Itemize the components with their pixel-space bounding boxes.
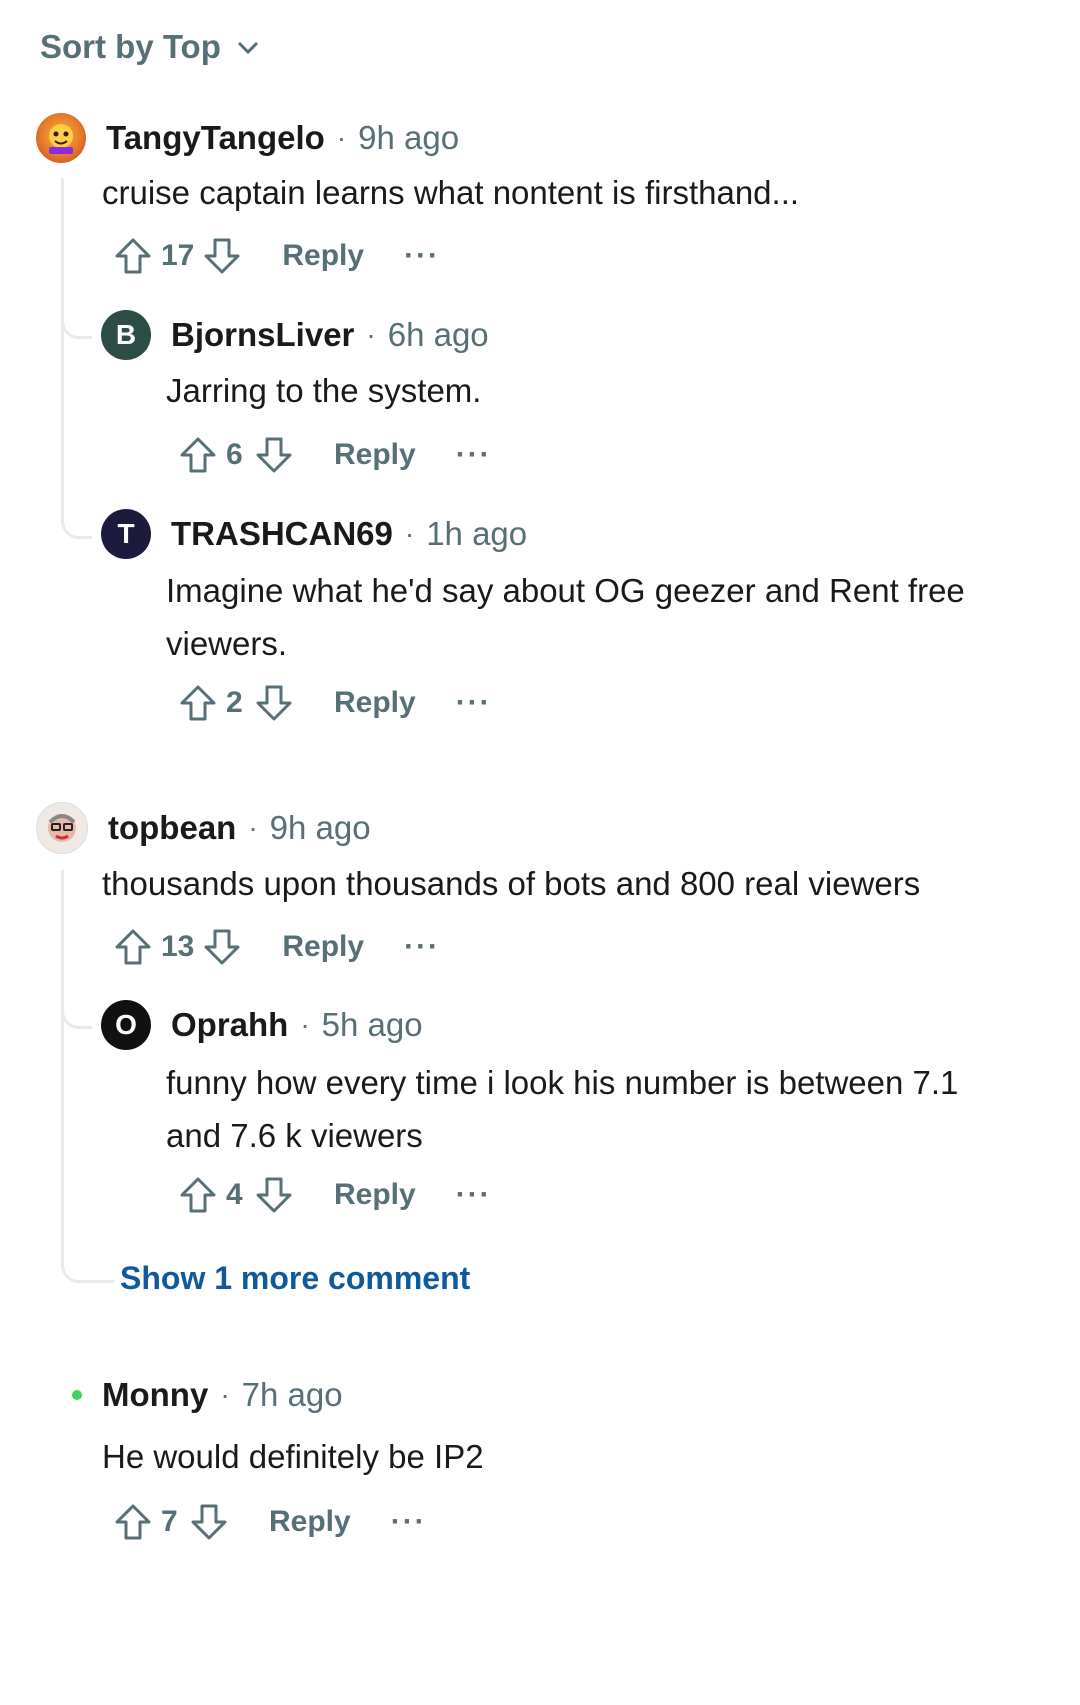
upvote-icon[interactable]: [113, 1502, 153, 1542]
downvote-icon[interactable]: [254, 1175, 294, 1215]
thread-line: [61, 870, 64, 1260]
reply-button[interactable]: Reply: [334, 686, 416, 720]
vote-count: 17: [161, 239, 195, 272]
timestamp: 5h ago: [321, 1006, 423, 1043]
username[interactable]: Monny: [102, 1376, 208, 1414]
vote-count: 7: [161, 1505, 178, 1538]
chevron-down-icon: [235, 34, 261, 60]
more-options-button[interactable]: ···: [456, 1178, 492, 1212]
thread-branch: [61, 500, 92, 539]
comment-actions: 7 Reply ···: [113, 1502, 427, 1542]
timestamp: 9h ago: [269, 809, 371, 846]
sort-dropdown[interactable]: Sort by Top: [40, 28, 261, 66]
avatar[interactable]: [36, 113, 86, 163]
comment-header: O Oprahh · 5h ago: [101, 1000, 423, 1050]
downvote-icon[interactable]: [254, 683, 294, 723]
timestamp: 1h ago: [426, 515, 528, 552]
username[interactable]: Oprahh: [171, 1006, 288, 1044]
upvote-icon[interactable]: [178, 435, 218, 475]
downvote-icon[interactable]: [254, 435, 294, 475]
comment-actions: 6 Reply ···: [178, 435, 492, 475]
reply-button[interactable]: Reply: [334, 438, 416, 472]
upvote-icon[interactable]: [178, 683, 218, 723]
timestamp: 9h ago: [358, 119, 460, 156]
upvote-icon[interactable]: [113, 236, 153, 276]
more-options-button[interactable]: ···: [404, 239, 440, 273]
comment-header: B BjornsLiver · 6h ago: [101, 310, 489, 360]
timestamp: 6h ago: [387, 316, 489, 353]
vote-count: 2: [226, 686, 243, 719]
avatar[interactable]: B: [101, 310, 151, 360]
comment-header: T TRASHCAN69 · 1h ago: [101, 509, 527, 559]
downvote-icon[interactable]: [202, 236, 242, 276]
thread-branch: [61, 990, 92, 1029]
show-more-comments-link[interactable]: Show 1 more comment: [120, 1260, 470, 1297]
comment-actions: 2 Reply ···: [178, 683, 492, 723]
comment-actions: 17 Reply ···: [113, 236, 440, 276]
timestamp: 7h ago: [241, 1376, 343, 1413]
separator-dot: ·: [336, 122, 347, 153]
sort-label: Sort by Top: [40, 28, 221, 65]
comment-text: cruise captain learns what nontent is fi…: [102, 174, 800, 211]
username[interactable]: topbean: [108, 809, 236, 847]
separator-dot: ·: [366, 319, 376, 350]
downvote-icon[interactable]: [189, 1502, 229, 1542]
reply-button[interactable]: Reply: [334, 1178, 416, 1212]
separator-dot: ·: [248, 812, 258, 843]
reply-button[interactable]: Reply: [269, 1505, 351, 1539]
more-options-button[interactable]: ···: [391, 1505, 427, 1539]
avatar-letter: O: [115, 1009, 137, 1040]
avatar[interactable]: [36, 802, 88, 854]
comment-header: topbean · 9h ago: [36, 802, 371, 854]
avatar[interactable]: O: [101, 1000, 151, 1050]
thread-line: [61, 178, 64, 516]
avatar[interactable]: T: [101, 509, 151, 559]
separator-dot: ·: [220, 1379, 230, 1410]
reply-button[interactable]: Reply: [282, 930, 364, 964]
comment-header: Monny · 7h ago: [72, 1376, 343, 1414]
comment-text: thousands upon thousands of bots and 800…: [102, 865, 921, 902]
vote-count: 4: [226, 1178, 243, 1211]
username[interactable]: TangyTangelo: [106, 119, 325, 157]
vote-count: 13: [161, 930, 195, 963]
online-dot-icon: [72, 1390, 82, 1400]
comment-text: funny how every time i look his number i…: [166, 1064, 959, 1154]
comment-text: Jarring to the system.: [166, 372, 482, 409]
comment-actions: 13 Reply ···: [113, 927, 440, 967]
comment-actions: 4 Reply ···: [178, 1175, 492, 1215]
more-options-button[interactable]: ···: [456, 438, 492, 472]
more-options-button[interactable]: ···: [404, 930, 440, 964]
username[interactable]: BjornsLiver: [171, 316, 354, 354]
downvote-icon[interactable]: [202, 927, 242, 967]
comment-text: Imagine what he'd say about OG geezer an…: [166, 572, 965, 662]
separator-dot: ·: [404, 518, 415, 549]
reply-button[interactable]: Reply: [282, 239, 364, 273]
upvote-icon[interactable]: [178, 1175, 218, 1215]
comment-header: TangyTangelo · 9h ago: [36, 113, 459, 163]
thread-branch: [61, 300, 92, 339]
upvote-icon[interactable]: [113, 927, 153, 967]
more-options-button[interactable]: ···: [456, 686, 492, 720]
comment-text: He would definitely be IP2: [102, 1438, 484, 1475]
separator-dot: ·: [300, 1009, 310, 1040]
username[interactable]: TRASHCAN69: [171, 515, 393, 553]
thread-branch: [61, 1240, 114, 1283]
avatar-letter: T: [117, 518, 135, 549]
vote-count: 6: [226, 438, 243, 471]
avatar-letter: B: [115, 319, 137, 350]
